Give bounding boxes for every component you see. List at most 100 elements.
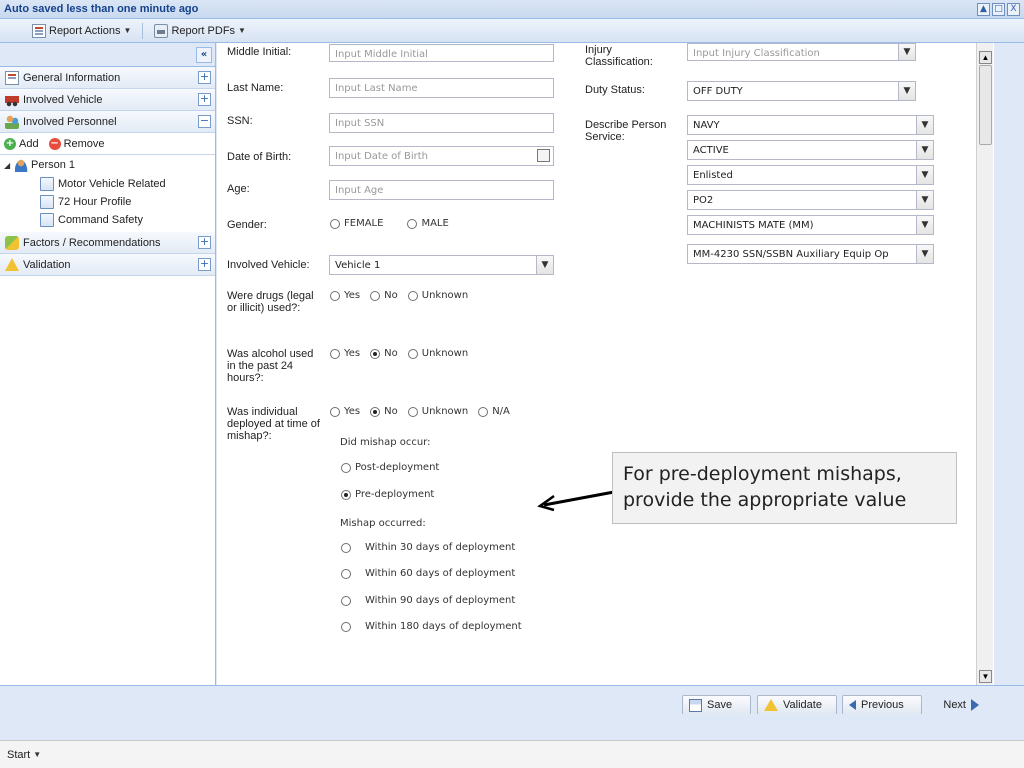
- chevron-down-icon[interactable]: ▼: [916, 191, 933, 209]
- collapse-window-button[interactable]: ▲: [977, 2, 990, 16]
- chevron-down-icon[interactable]: ▼: [898, 44, 915, 60]
- radio-button[interactable]: [341, 595, 351, 606]
- injury-classification-select[interactable]: Input Injury Classification ▼: [687, 43, 916, 61]
- collapse-sidebar-button[interactable]: «: [196, 46, 212, 63]
- radio-button[interactable]: [407, 348, 418, 359]
- drugs-yes-radio[interactable]: Yes: [330, 290, 360, 301]
- add-person-button[interactable]: + Add: [4, 137, 39, 150]
- drugs-unknown-radio[interactable]: Unknown: [407, 290, 468, 301]
- radio-button[interactable]: [478, 406, 489, 417]
- alcohol-no-radio[interactable]: No: [370, 348, 398, 359]
- deployed-unknown-radio[interactable]: Unknown: [407, 406, 468, 417]
- gender-female-radio[interactable]: FEMALE: [330, 218, 383, 229]
- calendar-icon[interactable]: [537, 149, 550, 162]
- radio-button[interactable]: [330, 406, 340, 417]
- radio-button[interactable]: [341, 568, 351, 579]
- tree-leaf-command-safety[interactable]: Command Safety: [0, 211, 215, 229]
- radio-button[interactable]: [370, 290, 381, 301]
- dob-field[interactable]: Input Date of Birth: [329, 146, 554, 166]
- radio-button[interactable]: [407, 218, 418, 229]
- deployed-no-radio[interactable]: No: [370, 406, 398, 417]
- radio-button-selected[interactable]: [370, 348, 381, 359]
- chevron-down-icon[interactable]: ▼: [916, 166, 933, 184]
- service-rank-select[interactable]: PO2 ▼: [687, 190, 934, 210]
- previous-arrow-icon: [849, 700, 856, 710]
- dob-placeholder: Input Date of Birth: [335, 151, 428, 162]
- within-30-radio[interactable]: Within 30 days of deployment: [341, 542, 515, 553]
- deployed-yes-radio[interactable]: Yes: [330, 406, 360, 417]
- chevron-down-icon[interactable]: ▼: [916, 141, 933, 159]
- radio-button[interactable]: [330, 290, 340, 301]
- radio-button[interactable]: [330, 348, 340, 359]
- service-category-select[interactable]: Enlisted ▼: [687, 165, 934, 185]
- drugs-no-radio[interactable]: No: [370, 290, 398, 301]
- radio-label: Within 60 days of deployment: [365, 568, 516, 579]
- sidebar-item-involved-vehicle[interactable]: Involved Vehicle +: [0, 89, 215, 111]
- alcohol-radio-group: Yes No Unknown: [330, 348, 468, 359]
- expand-button[interactable]: +: [198, 236, 211, 249]
- sidebar-item-involved-personnel[interactable]: Involved Personnel −: [0, 111, 215, 133]
- service-rating-select[interactable]: MACHINISTS MATE (MM) ▼: [687, 215, 934, 235]
- chevron-down-icon[interactable]: ▼: [916, 216, 933, 234]
- radio-button-selected[interactable]: [341, 489, 351, 500]
- scroll-down-arrow-icon[interactable]: ▼: [979, 670, 992, 683]
- radio-button-selected[interactable]: [370, 406, 381, 417]
- chevron-down-icon[interactable]: ▼: [536, 256, 553, 274]
- page-icon: [40, 213, 54, 227]
- radio-button[interactable]: [407, 290, 418, 301]
- post-deployment-radio[interactable]: Post-deployment: [341, 462, 439, 473]
- tree-leaf-72-hour-profile[interactable]: 72 Hour Profile: [0, 193, 215, 211]
- middle-initial-field[interactable]: Input Middle Initial: [329, 44, 554, 62]
- alcohol-unknown-radio[interactable]: Unknown: [407, 348, 468, 359]
- involved-vehicle-value: Vehicle 1: [335, 260, 381, 271]
- person-icon: [15, 158, 28, 172]
- service-status-select[interactable]: ACTIVE ▼: [687, 140, 934, 160]
- expand-button[interactable]: +: [198, 93, 211, 106]
- last-name-field[interactable]: Input Last Name: [329, 78, 554, 98]
- ssn-field[interactable]: Input SSN: [329, 113, 554, 133]
- remove-person-button[interactable]: − Remove: [48, 137, 105, 150]
- within-60-radio[interactable]: Within 60 days of deployment: [341, 568, 515, 579]
- previous-button[interactable]: Previous: [842, 695, 922, 715]
- radio-button[interactable]: [407, 406, 418, 417]
- chevron-down-icon[interactable]: ▼: [916, 116, 933, 134]
- radio-button[interactable]: [341, 542, 351, 553]
- validate-button[interactable]: Validate: [757, 695, 837, 715]
- collapse-button[interactable]: −: [198, 115, 211, 128]
- form-scrollbar[interactable]: ▲ ▼: [976, 43, 993, 685]
- chevron-down-icon[interactable]: ▼: [916, 245, 933, 263]
- pre-deployment-radio[interactable]: Pre-deployment: [341, 489, 434, 500]
- scroll-thumb[interactable]: [979, 65, 992, 145]
- sidebar-item-general-information[interactable]: General Information +: [0, 67, 215, 89]
- within-180-radio[interactable]: Within 180 days of deployment: [341, 621, 522, 632]
- scroll-up-arrow-icon[interactable]: ▲: [979, 51, 992, 64]
- service-nec-select[interactable]: MM-4230 SSN/SSBN Auxiliary Equip Op ▼: [687, 244, 934, 264]
- tree-node-person-1[interactable]: ◢ Person 1: [0, 155, 215, 175]
- expand-button[interactable]: +: [198, 258, 211, 271]
- maximize-button[interactable]: □: [992, 2, 1005, 16]
- age-field[interactable]: Input Age: [329, 180, 554, 200]
- radio-button[interactable]: [341, 621, 351, 632]
- alcohol-yes-radio[interactable]: Yes: [330, 348, 360, 359]
- deployed-na-radio[interactable]: N/A: [478, 406, 510, 417]
- report-pdfs-button[interactable]: Report PDFs ▼: [150, 22, 250, 40]
- involved-vehicle-select[interactable]: Vehicle 1 ▼: [329, 255, 554, 275]
- expand-button[interactable]: +: [198, 71, 211, 84]
- close-button[interactable]: X: [1007, 2, 1020, 16]
- service-branch-select[interactable]: NAVY ▼: [687, 115, 934, 135]
- tree-leaf-motor-vehicle-related[interactable]: Motor Vehicle Related: [0, 175, 215, 193]
- chevron-down-icon[interactable]: ▼: [898, 82, 915, 100]
- save-button[interactable]: Save: [682, 695, 751, 715]
- within-90-radio[interactable]: Within 90 days of deployment: [341, 595, 515, 606]
- report-actions-button[interactable]: Report Actions ▼: [28, 22, 135, 40]
- duty-status-select[interactable]: OFF DUTY ▼: [687, 81, 916, 101]
- page-icon: [40, 177, 54, 191]
- sidebar-item-factors-recommendations[interactable]: Factors / Recommendations +: [0, 232, 215, 254]
- radio-button[interactable]: [330, 218, 340, 229]
- gender-male-radio[interactable]: MALE: [407, 218, 449, 229]
- sidebar-item-validation[interactable]: Validation +: [0, 254, 215, 276]
- radio-button[interactable]: [341, 462, 351, 473]
- tree-expanded-icon[interactable]: ◢: [4, 161, 12, 170]
- next-button[interactable]: Next: [926, 695, 985, 715]
- start-menu-button[interactable]: Start ▼: [7, 749, 41, 761]
